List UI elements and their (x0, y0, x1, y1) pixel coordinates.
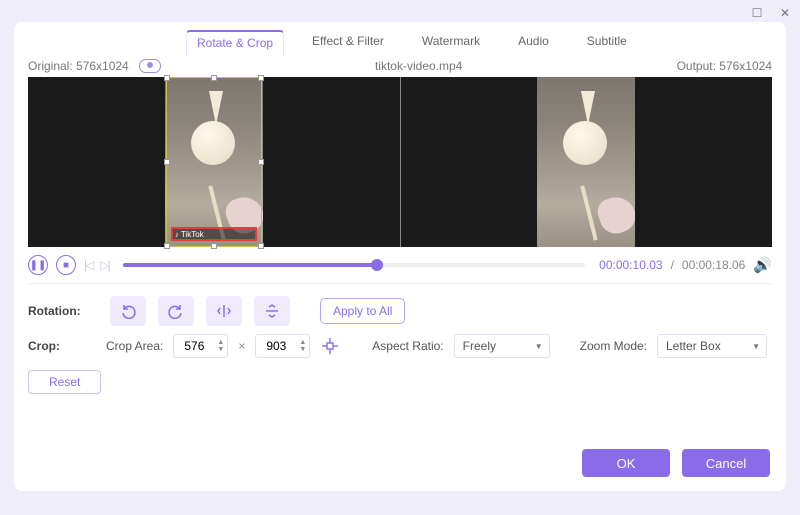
crop-box[interactable] (166, 77, 262, 247)
rotate-left-button[interactable] (110, 296, 146, 326)
tab-rotate-crop[interactable]: Rotate & Crop (186, 30, 284, 56)
preview-area (28, 77, 772, 247)
preview-eye-icon[interactable] (139, 59, 161, 73)
close-icon[interactable]: ✕ (778, 6, 792, 20)
stop-button[interactable]: ■ (56, 255, 76, 275)
seek-bar[interactable] (123, 263, 585, 267)
apply-to-all-button[interactable]: Apply to All (320, 298, 405, 324)
next-frame-button[interactable]: ▷| (100, 258, 108, 272)
ok-button[interactable]: OK (582, 449, 670, 477)
original-size-label: Original: 576x1024 (28, 59, 129, 73)
crop-height-input[interactable]: ▲▼ (255, 334, 310, 358)
crop-width-field[interactable] (174, 339, 214, 353)
tab-subtitle[interactable]: Subtitle (577, 30, 637, 56)
zoom-mode-select[interactable]: Letter Box (657, 334, 767, 358)
aspect-ratio-select[interactable]: Freely (454, 334, 550, 358)
output-preview (400, 77, 773, 247)
dimension-x: × (236, 339, 247, 353)
zoom-mode-label: Zoom Mode: (580, 339, 647, 353)
tab-audio[interactable]: Audio (508, 30, 559, 56)
crop-height-field[interactable] (256, 339, 296, 353)
crop-area-label: Crop Area: (106, 339, 163, 353)
maximize-icon[interactable]: ☐ (750, 6, 764, 20)
tab-watermark[interactable]: Watermark (412, 30, 490, 56)
reset-button[interactable]: Reset (28, 370, 101, 394)
rotate-right-button[interactable] (158, 296, 194, 326)
time-current: 00:00:10.03 (599, 258, 662, 272)
crop-label: Crop: (28, 339, 98, 353)
time-total: 00:00:18.06 (682, 258, 745, 272)
rotation-label: Rotation: (28, 304, 98, 318)
center-crop-icon[interactable] (318, 334, 342, 358)
original-preview[interactable] (28, 77, 400, 247)
output-size-label: Output: 576x1024 (677, 59, 772, 73)
flip-horizontal-button[interactable] (206, 296, 242, 326)
tab-bar: Rotate & Crop Effect & Filter Watermark … (14, 22, 786, 57)
time-sep: / (671, 258, 674, 272)
filename-label: tiktok-video.mp4 (375, 59, 462, 73)
seek-knob[interactable] (371, 259, 383, 271)
flip-vertical-button[interactable] (254, 296, 290, 326)
pause-button[interactable]: ❚❚ (28, 255, 48, 275)
aspect-ratio-label: Aspect Ratio: (372, 339, 443, 353)
cancel-button[interactable]: Cancel (682, 449, 770, 477)
volume-icon[interactable]: 🔊 (753, 256, 772, 274)
crop-width-input[interactable]: ▲▼ (173, 334, 228, 358)
tab-effect-filter[interactable]: Effect & Filter (302, 30, 394, 56)
prev-frame-button[interactable]: |◁ (84, 258, 92, 272)
editor-panel: Rotate & Crop Effect & Filter Watermark … (14, 22, 786, 491)
